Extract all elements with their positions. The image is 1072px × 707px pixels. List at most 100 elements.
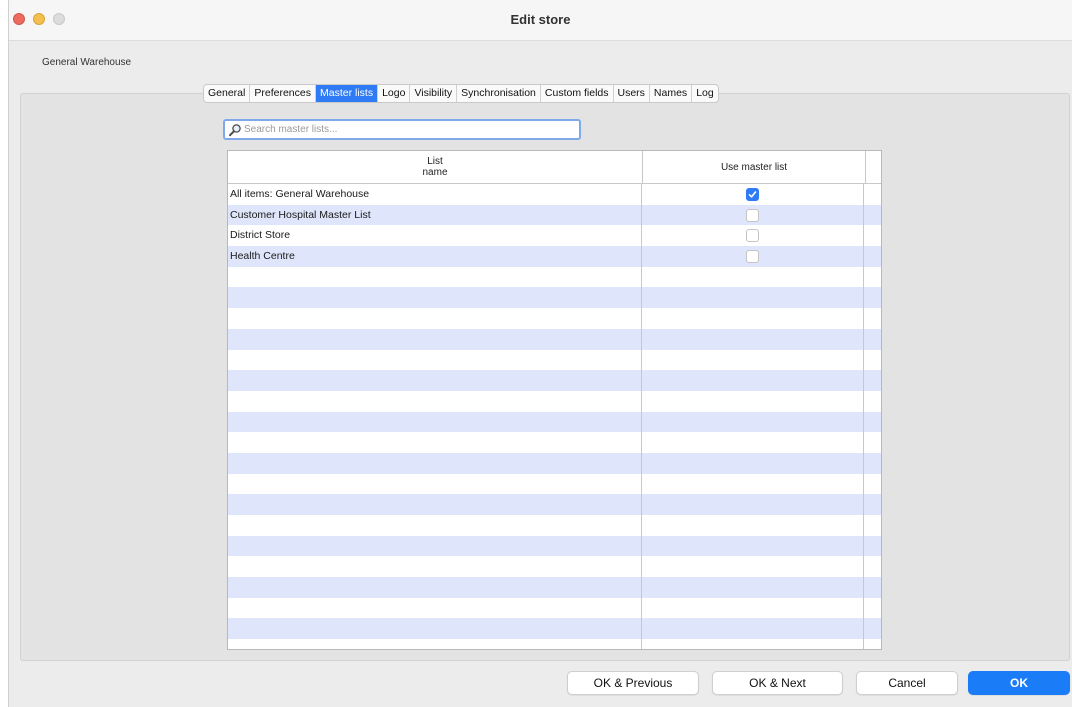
window-title: Edit store (510, 12, 571, 27)
cell-spare (864, 329, 881, 350)
cell-use-master-list (642, 287, 864, 309)
cell-spare (864, 391, 881, 412)
cell-list-name (228, 390, 642, 412)
cell-list-name (228, 287, 642, 309)
tab-master-lists[interactable]: Master lists (315, 85, 379, 102)
cell-list-name (228, 432, 642, 453)
cell-spare (864, 350, 881, 371)
table-row (228, 577, 881, 598)
table-row (228, 452, 881, 474)
cell-use-master-list (642, 411, 864, 433)
column-header-list-name-line2: name (422, 167, 448, 178)
table-row (228, 639, 881, 649)
cell-list-name (228, 349, 642, 371)
column-header-list-name-line1: List (427, 156, 443, 167)
cell-use-master-list (642, 308, 864, 329)
search-input[interactable] (242, 124, 579, 135)
cell-list-name (228, 577, 642, 598)
search-field[interactable] (223, 119, 581, 140)
column-header-list-name[interactable]: List name (228, 151, 643, 183)
tab-general[interactable]: General (204, 85, 251, 102)
tab-custom-fields[interactable]: Custom fields (541, 85, 614, 102)
cell-spare (864, 618, 881, 639)
search-icon (229, 123, 241, 136)
table-row (228, 535, 881, 557)
cell-spare (864, 556, 881, 577)
cell-use-master-list (642, 432, 864, 453)
table-row[interactable]: District Store (228, 225, 881, 247)
column-header-use-master-list[interactable]: Use master list (643, 151, 866, 183)
cell-use-master-list (642, 556, 864, 578)
cell-spare (864, 370, 881, 391)
table-row (228, 370, 881, 391)
cell-use-master-list (642, 577, 864, 598)
cell-use-master-list (642, 515, 864, 536)
cell-list-name (228, 597, 642, 619)
cell-spare (864, 287, 881, 308)
table-row (228, 432, 881, 453)
cell-spare (864, 577, 881, 598)
tab-names[interactable]: Names (650, 85, 693, 102)
tab-synchronisation[interactable]: Synchronisation (457, 85, 541, 102)
use-master-list-checkbox[interactable] (746, 229, 759, 243)
cell-spare (864, 515, 881, 536)
cell-list-name (228, 556, 642, 578)
table-row (228, 473, 881, 495)
checkmark-icon (748, 191, 757, 198)
use-master-list-checkbox[interactable] (746, 208, 759, 222)
table-row[interactable]: Health Centre (228, 246, 881, 267)
cell-use-master-list (642, 618, 864, 640)
tab-users[interactable]: Users (614, 85, 650, 102)
cell-list-name: District Store (228, 225, 642, 247)
cell-list-name (228, 473, 642, 495)
cell-spare (864, 184, 881, 205)
cell-spare (864, 308, 881, 329)
table-row (228, 597, 881, 619)
master-lists-table: List name Use master list All items: Gen… (227, 150, 882, 650)
table-row (228, 308, 881, 329)
cell-list-name: Customer Hospital Master List (228, 204, 642, 226)
cell-use-master-list (642, 535, 864, 557)
cell-spare (864, 536, 881, 557)
cell-spare (864, 267, 881, 288)
table-row (228, 328, 881, 350)
table-row (228, 556, 881, 578)
cell-spare (864, 474, 881, 495)
tab-preferences[interactable]: Preferences (250, 85, 316, 102)
cell-list-name (228, 515, 642, 536)
cell-list-name: All items: General Warehouse (228, 184, 642, 205)
cell-spare (864, 246, 881, 267)
store-name-label: General Warehouse (42, 57, 132, 68)
table-row (228, 411, 881, 433)
title-bar[interactable]: Edit store (9, 0, 1072, 41)
cell-use-master-list (642, 246, 864, 267)
ok-previous-button[interactable]: OK & Previous (567, 671, 699, 695)
tab-visibility[interactable]: Visibility (410, 85, 458, 102)
cell-spare (864, 494, 881, 515)
table-row (228, 515, 881, 536)
tab-logo[interactable]: Logo (378, 85, 411, 102)
cell-use-master-list (642, 225, 864, 247)
cell-list-name (228, 639, 642, 649)
cell-use-master-list (642, 349, 864, 371)
use-master-list-checkbox[interactable] (746, 249, 759, 263)
cell-use-master-list (642, 494, 864, 515)
cell-spare (864, 639, 881, 649)
cell-spare (864, 598, 881, 619)
use-master-list-checkbox[interactable] (746, 187, 759, 201)
table-row (228, 618, 881, 640)
ok-button[interactable]: OK (968, 671, 1070, 695)
cell-list-name (228, 618, 642, 640)
cell-list-name (228, 328, 642, 350)
table-row (228, 494, 881, 515)
cell-list-name (228, 266, 642, 288)
tab-log[interactable]: Log (692, 85, 718, 102)
table-row[interactable]: Customer Hospital Master List (228, 204, 881, 226)
ok-next-button[interactable]: OK & Next (712, 671, 843, 695)
table-row[interactable]: All items: General Warehouse (228, 184, 881, 205)
cancel-button[interactable]: Cancel (856, 671, 958, 695)
cell-use-master-list (642, 597, 864, 619)
table-header: List name Use master list (228, 151, 881, 184)
cell-use-master-list (642, 266, 864, 288)
cell-list-name: Health Centre (228, 246, 642, 267)
